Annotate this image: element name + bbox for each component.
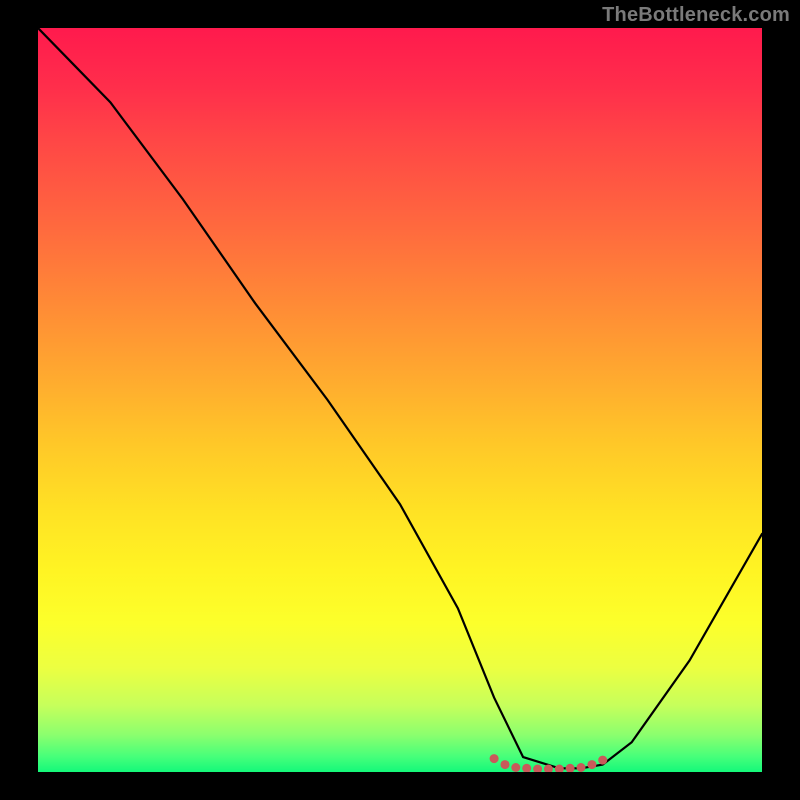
marker-dot — [555, 765, 564, 773]
marker-dot — [566, 764, 575, 772]
watermark-text: TheBottleneck.com — [602, 4, 790, 27]
chart-frame: TheBottleneck.com — [0, 0, 800, 800]
marker-dot — [522, 764, 531, 772]
bottleneck-curve — [38, 28, 762, 768]
marker-dot — [501, 760, 510, 769]
marker-dot — [533, 765, 542, 773]
marker-dot — [598, 756, 607, 765]
marker-dot — [490, 754, 499, 763]
marker-dot — [577, 763, 586, 772]
bottleneck-marker — [490, 754, 608, 772]
marker-dot — [511, 763, 520, 772]
curve-svg — [38, 28, 762, 772]
marker-dot — [587, 760, 596, 769]
plot-area — [38, 28, 762, 772]
